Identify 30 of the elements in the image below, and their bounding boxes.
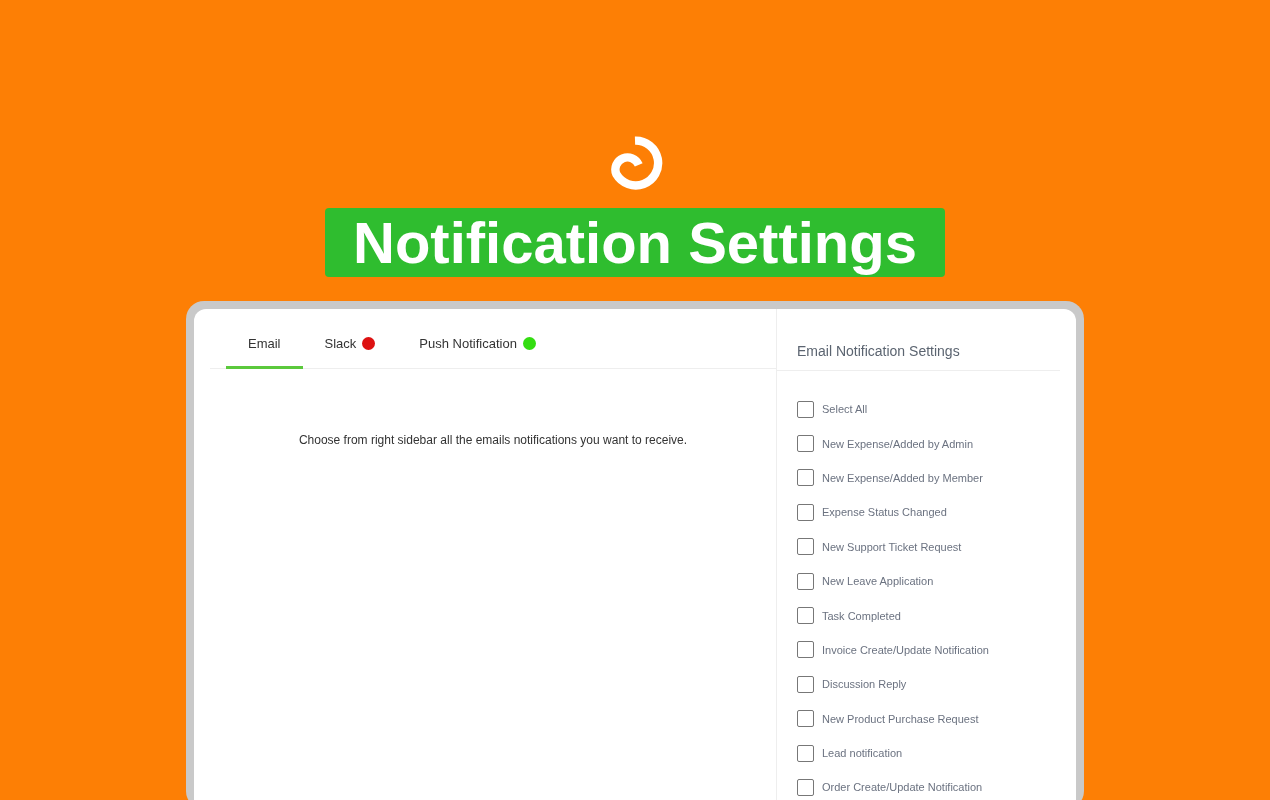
checkbox[interactable] (797, 503, 814, 521)
checkbox-label[interactable]: New Support Ticket Request (822, 540, 962, 553)
checkbox[interactable] (797, 675, 814, 693)
checkbox-label[interactable]: New Product Purchase Request (822, 712, 979, 725)
checkbox-label[interactable]: New Leave Application (822, 575, 934, 588)
tab[interactable]: Push Notification (397, 331, 558, 369)
checkbox[interactable] (797, 538, 814, 556)
checkbox-label[interactable]: Discussion Reply (822, 678, 907, 691)
checkbox-label[interactable]: Lead notification (822, 747, 903, 760)
checkbox[interactable] (797, 607, 814, 625)
page-title: Notification Settings (325, 208, 945, 277)
sidebar-title: Email Notification Settings (777, 309, 1060, 371)
checkbox-label[interactable]: New Expense/Added by Member (822, 471, 983, 484)
checkbox[interactable] (797, 641, 814, 659)
checkbox[interactable] (797, 435, 814, 453)
instruction-text: Choose from right sidebar all the emails notifications you want to receive. (297, 433, 689, 447)
tab[interactable]: Slack (302, 331, 398, 369)
checkbox[interactable] (797, 469, 814, 487)
checkbox[interactable] (797, 744, 814, 762)
checkbox[interactable] (797, 400, 814, 418)
tab[interactable]: Email (226, 331, 303, 369)
checkbox-label[interactable]: Expense Status Changed (822, 506, 947, 519)
checkbox-label[interactable]: New Expense/Added by Admin (822, 437, 974, 450)
checkbox-label[interactable]: Select All (822, 403, 868, 416)
checkbox[interactable] (797, 779, 814, 796)
checkbox-label[interactable]: Task Completed (822, 609, 901, 622)
checkbox-label[interactable]: Order Create/Update Notification (822, 781, 983, 794)
checkbox-label[interactable]: Invoice Create/Update Notification (822, 643, 989, 656)
checkbox[interactable] (797, 710, 814, 728)
checkbox[interactable] (797, 572, 814, 590)
